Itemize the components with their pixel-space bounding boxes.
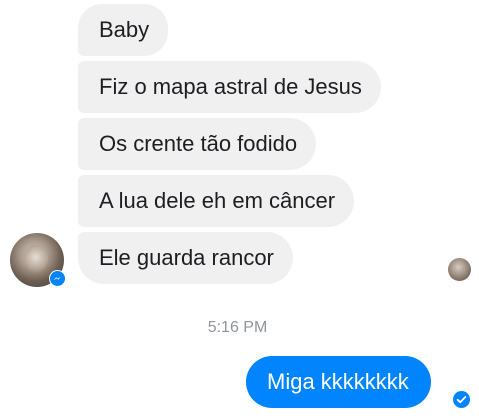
received-message[interactable]: Ele guarda rancor — [78, 232, 293, 284]
received-message[interactable]: A lua dele eh em câncer — [78, 175, 355, 227]
avatar-photo — [24, 245, 48, 273]
messenger-icon — [49, 270, 66, 287]
received-message[interactable]: Os crente tão fodido — [78, 118, 317, 170]
received-message[interactable]: Baby — [78, 4, 169, 56]
contact-avatar[interactable] — [10, 233, 66, 287]
seen-avatar — [448, 258, 471, 281]
check-circle-icon — [453, 391, 470, 408]
message-thread: Baby Fiz o mapa astral de Jesus Os crent… — [0, 0, 479, 419]
message-timestamp: 5:16 PM — [0, 319, 479, 337]
sent-message[interactable]: Miga kkkkkkkk — [246, 356, 431, 408]
timestamp-text: 5:16 PM — [207, 319, 268, 336]
received-message[interactable]: Fiz o mapa astral de Jesus — [78, 61, 381, 113]
